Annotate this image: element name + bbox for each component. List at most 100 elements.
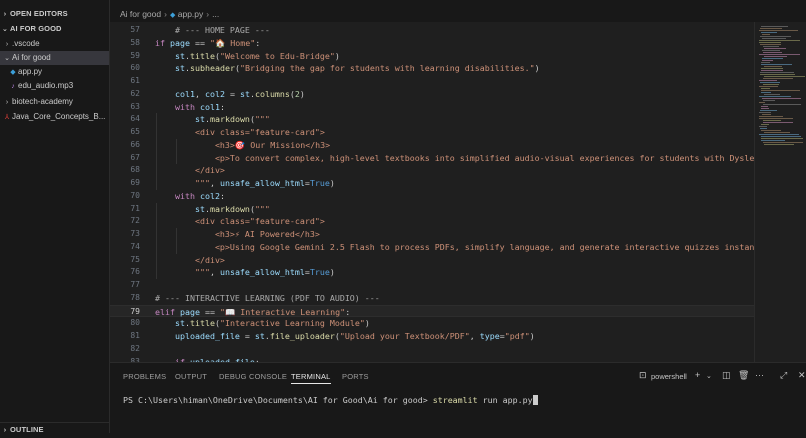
tab-terminal[interactable]: TERMINAL bbox=[291, 372, 331, 384]
split-terminal-icon[interactable]: ◫ bbox=[722, 370, 731, 381]
code-line[interactable]: 77 bbox=[110, 279, 754, 292]
outline-section[interactable]: › OUTLINE bbox=[0, 422, 110, 437]
code-line[interactable]: 74 <p>Using Google Gemini 2.5 Flash to p… bbox=[110, 240, 754, 254]
line-number: 76 bbox=[130, 267, 140, 277]
line-number: 65 bbox=[130, 127, 140, 136]
tab-output[interactable]: OUTPUT bbox=[175, 372, 207, 381]
shell-name[interactable]: powershell bbox=[651, 372, 687, 381]
minimap-stroke bbox=[760, 128, 767, 129]
code-line[interactable]: 81 uploaded_file = st.file_uploader("Upl… bbox=[110, 330, 754, 343]
chevron-right-icon: › bbox=[5, 41, 9, 48]
minimap-stroke bbox=[760, 82, 780, 83]
code-line[interactable]: 60 st.subheader("Bridging the gap for st… bbox=[110, 62, 754, 75]
python-file-icon: ◆ bbox=[169, 12, 176, 19]
minimap-stroke bbox=[759, 102, 765, 103]
code-line[interactable]: 70 with col2: bbox=[110, 190, 754, 203]
indent-guide bbox=[156, 151, 157, 165]
terminal-output[interactable]: PS C:\Users\himan\OneDrive\Documents\AI … bbox=[123, 395, 538, 405]
code-line[interactable]: 59 st.title("Welcome to Edu-Bridge") bbox=[110, 50, 754, 63]
line-number: 81 bbox=[130, 331, 140, 340]
indent-guide bbox=[176, 138, 177, 152]
line-number: 82 bbox=[130, 343, 140, 353]
tab-debug-console[interactable]: DEBUG CONSOLE bbox=[219, 372, 287, 381]
maximize-icon[interactable]: ⤢ bbox=[780, 370, 787, 381]
code-line[interactable]: 68 </div> bbox=[110, 164, 754, 177]
code-line[interactable]: 63 with col1: bbox=[110, 101, 754, 114]
breadcrumb-more[interactable]: ... bbox=[212, 9, 219, 19]
code-text: <h3>🎯 Our Mission</h3> bbox=[155, 139, 331, 150]
code-line[interactable]: 73 <h3>⚡ AI Powered</h3> bbox=[110, 228, 754, 241]
tree-item-biotech-academy[interactable]: › biotech-academy bbox=[0, 95, 109, 109]
terminal-shell-icon: ⊡ bbox=[639, 370, 647, 380]
code-line[interactable]: 57 # --- HOME PAGE --- bbox=[110, 24, 754, 37]
code-line[interactable]: 72 <div class="feature-card"> bbox=[110, 215, 754, 228]
minimap-stroke bbox=[763, 52, 782, 53]
code-line[interactable]: 80 st.title("Interactive Learning Module… bbox=[110, 317, 754, 330]
chevron-right-icon: › bbox=[3, 11, 7, 18]
tree-item-label: edu_audio.mp3 bbox=[18, 81, 74, 90]
code-line[interactable]: 76 """, unsafe_allow_html=True) bbox=[110, 266, 754, 279]
code-line[interactable]: 69 """, unsafe_allow_html=True) bbox=[110, 177, 754, 190]
minimap-stroke bbox=[759, 134, 799, 135]
minimap-stroke bbox=[763, 120, 781, 121]
code-text: uploaded_file = st.file_uploader("Upload… bbox=[174, 331, 535, 341]
code-text: <p>To convert complex, high-level textbo… bbox=[155, 152, 754, 163]
pdf-file-icon: ⅄ bbox=[4, 114, 10, 121]
tab-problems[interactable]: PROBLEMS bbox=[123, 372, 166, 381]
minimap-stroke bbox=[764, 76, 805, 77]
code-line[interactable]: 58 if page == "🏠 Home": bbox=[110, 37, 754, 50]
line-number: 71 bbox=[130, 203, 140, 213]
code-line[interactable]: 64 st.markdown(""" bbox=[110, 113, 754, 126]
tree-item-app-py[interactable]: ◆ app.py bbox=[0, 65, 109, 79]
minimap-stroke bbox=[763, 142, 803, 143]
minimap[interactable] bbox=[754, 22, 806, 362]
code-text: </div> bbox=[155, 165, 225, 176]
code-line[interactable]: 82 bbox=[110, 343, 754, 356]
minimap-stroke bbox=[761, 140, 785, 141]
close-icon[interactable]: ✕ bbox=[798, 370, 806, 381]
minimap-stroke bbox=[762, 58, 783, 59]
chevron-right-icon: › bbox=[3, 427, 7, 434]
code-text: <p>Using Google Gemini 2.5 Flash to proc… bbox=[155, 241, 754, 252]
minimap-stroke bbox=[764, 56, 787, 57]
code-line[interactable]: 78 # --- INTERACTIVE LEARNING (PDF TO AUD… bbox=[110, 292, 754, 305]
code-line[interactable]: 66 <h3>🎯 Our Mission</h3> bbox=[110, 138, 754, 152]
code-line[interactable]: 62 col1, col2 = st.columns(2) bbox=[110, 88, 754, 101]
python-file-icon: ◆ bbox=[10, 69, 16, 76]
code-editor[interactable]: 57 # --- HOME PAGE --- 58 if page == "🏠 Ho… bbox=[110, 22, 754, 362]
code-line[interactable]: 65 <div class="feature-card"> bbox=[110, 126, 754, 139]
tree-item-vscode[interactable]: › .vscode bbox=[0, 37, 109, 51]
tree-item-edu-audio[interactable]: ♪ edu_audio.mp3 bbox=[0, 79, 109, 93]
minimap-stroke bbox=[761, 88, 770, 89]
open-editors-section[interactable]: › OPEN EDITORS bbox=[0, 7, 110, 21]
line-number: 69 bbox=[130, 178, 140, 187]
trash-icon[interactable]: 🗑 bbox=[738, 370, 749, 381]
tree-item-ai-for-good[interactable]: ⌄ Ai for good bbox=[0, 51, 109, 65]
minimap-stroke bbox=[761, 138, 803, 139]
breadcrumb-folder[interactable]: Ai for good bbox=[120, 9, 161, 19]
chevron-down-icon[interactable]: ⌄ bbox=[706, 372, 712, 380]
tab-ports[interactable]: PORTS bbox=[342, 372, 369, 381]
breadcrumb-file[interactable]: app.py bbox=[178, 9, 204, 19]
tree-item-java-pdf[interactable]: ⅄ Java_Core_Concepts_B... bbox=[0, 110, 109, 124]
minimap-stroke bbox=[763, 104, 801, 105]
workspace-folder-section[interactable]: ⌄ AI FOR GOOD bbox=[0, 22, 110, 36]
indent-guide bbox=[156, 126, 157, 139]
indent-guide bbox=[176, 151, 177, 165]
minimap-stroke bbox=[761, 62, 770, 63]
code-line[interactable]: 61 bbox=[110, 75, 754, 88]
new-terminal-icon[interactable]: + bbox=[695, 370, 700, 380]
code-line[interactable]: 79 elif page == "📖 Interactive Learning": bbox=[110, 304, 754, 318]
more-actions-icon[interactable]: ··· bbox=[755, 370, 764, 380]
code-line[interactable]: 75 </div> bbox=[110, 253, 754, 267]
minimap-stroke bbox=[760, 28, 782, 29]
minimap-stroke bbox=[759, 42, 781, 43]
minimap-stroke bbox=[761, 90, 800, 91]
terminal-cursor bbox=[532, 395, 538, 405]
tree-item-label: Ai for good bbox=[12, 53, 51, 62]
code-text: """, unsafe_allow_html=True) bbox=[155, 178, 335, 188]
code-line[interactable]: 71 st.markdown(""" bbox=[110, 202, 754, 216]
line-number: 61 bbox=[130, 76, 140, 85]
indent-guide bbox=[156, 113, 157, 126]
code-line[interactable]: 67 <p>To convert complex, high-level tex… bbox=[110, 151, 754, 165]
